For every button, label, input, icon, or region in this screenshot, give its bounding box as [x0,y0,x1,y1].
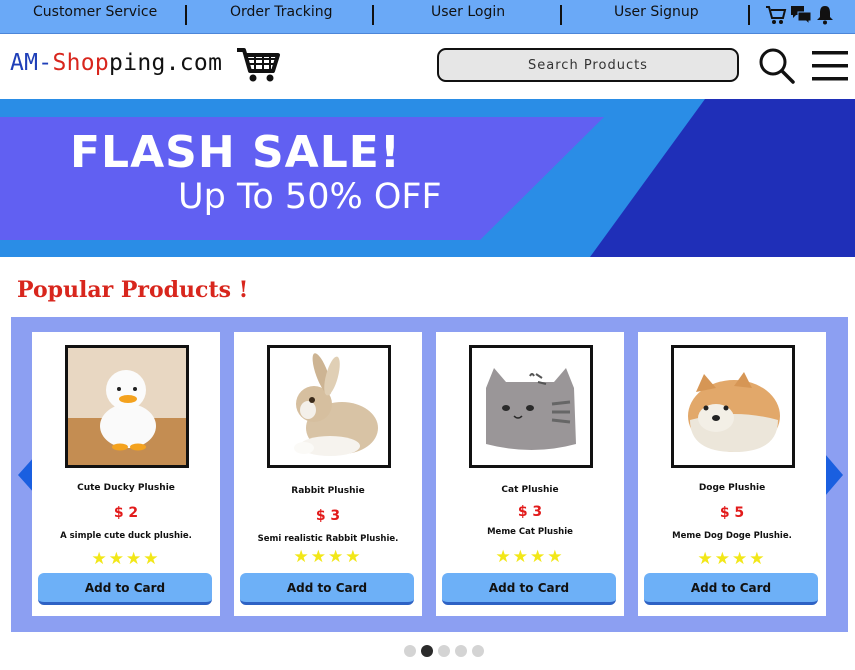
banner-subheadline: Up To 50% OFF [178,177,442,217]
product-card[interactable]: Rabbit Plushie $ 3 Semi realistic Rabbit… [234,332,422,616]
site-logo[interactable]: AM-Shopping.com [10,50,222,76]
pagination-dot[interactable] [472,645,484,657]
pagination-dot[interactable] [404,645,416,657]
product-image-cat[interactable] [469,345,593,468]
rating-stars: ★★★★ [293,547,363,567]
banner-headline: FLASH SALE! [70,127,401,178]
divider [748,5,750,25]
logo-text-am: AM- [10,50,53,76]
user-login-link[interactable]: User Login [431,4,505,20]
order-tracking-link[interactable]: Order Tracking [230,4,333,20]
search-icon[interactable] [758,47,796,85]
add-to-cart-button[interactable]: Add to Card [240,573,414,605]
product-description: A simple cute duck plushie. [60,531,192,541]
cart-icon[interactable] [765,5,787,25]
rating-stars: ★★★★ [697,549,767,569]
shopping-cart-icon [237,48,280,82]
divider [372,5,374,25]
rating-stars: ★★★★ [91,549,161,569]
product-description: Meme Cat Plushie [487,527,573,537]
product-description: Meme Dog Doge Plushie. [672,531,792,541]
section-title: Popular Products ! [17,277,249,303]
product-card[interactable]: Cat Plushie $ 3 Meme Cat Plushie ★★★★ Ad… [436,332,624,616]
user-signup-link[interactable]: User Signup [614,4,699,20]
add-to-cart-button[interactable]: Add to Card [38,573,212,605]
logo-text-shop: Shop [52,50,110,76]
product-name[interactable]: Cute Ducky Plushie [32,483,220,493]
product-card[interactable]: Doge Plushie $ 5 Meme Dog Doge Plushie. … [638,332,826,616]
add-to-cart-button[interactable]: Add to Card [442,573,616,605]
product-price: $ 2 [113,505,139,521]
bell-icon[interactable] [815,5,835,25]
product-name[interactable]: Doge Plushie [638,483,826,493]
site-header: AM-Shopping.com Search Products [0,34,855,98]
product-description: Semi realistic Rabbit Plushie. [257,534,399,544]
customer-service-link[interactable]: Customer Service [33,4,157,20]
logo-text-ping: ping.com [109,50,223,76]
top-navigation-bar: Customer Service Order Tracking User Log… [0,0,855,34]
pagination-dot-active[interactable] [421,645,433,657]
product-image-duck[interactable] [65,345,189,468]
search-input[interactable]: Search Products [437,48,739,82]
pagination-dot[interactable] [455,645,467,657]
product-price: $ 3 [517,504,543,520]
divider [560,5,562,25]
product-price: $ 3 [315,508,341,524]
hamburger-menu-icon[interactable] [812,51,848,81]
chat-icon[interactable] [790,5,812,25]
product-image-doge[interactable] [671,345,795,468]
add-to-cart-button[interactable]: Add to Card [644,573,818,605]
flash-sale-banner[interactable]: FLASH SALE! Up To 50% OFF [0,99,855,257]
pagination-dot[interactable] [438,645,450,657]
rating-stars: ★★★★ [495,547,565,567]
product-name[interactable]: Rabbit Plushie [234,486,422,496]
divider [185,5,187,25]
product-card[interactable]: Cute Ducky Plushie $ 2 A simple cute duc… [32,332,220,616]
product-price: $ 5 [719,505,745,521]
product-image-rabbit[interactable] [267,345,391,468]
product-name[interactable]: Cat Plushie [436,485,624,495]
